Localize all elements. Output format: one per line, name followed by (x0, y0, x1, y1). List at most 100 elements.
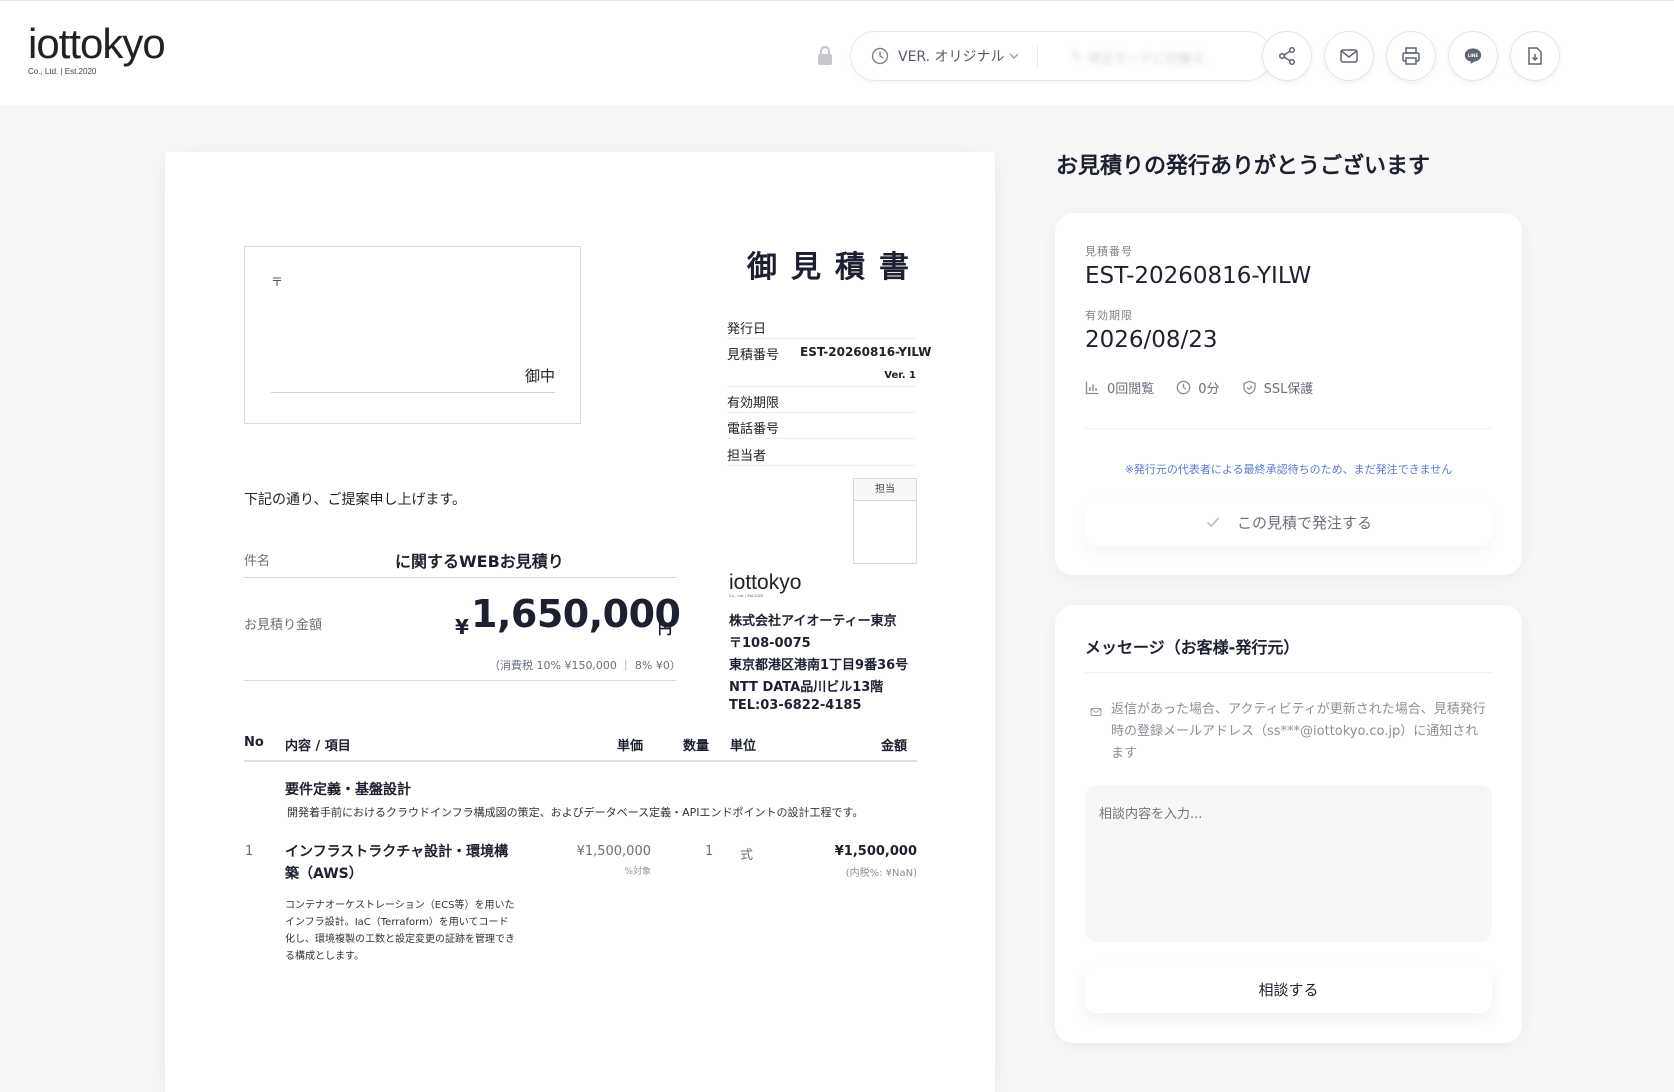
edit-mode-toggle[interactable]: ✎ 修正モードに切替え (1051, 45, 1251, 69)
recipient-underline (271, 392, 555, 393)
version-selector[interactable]: VER. オリジナル ✎ 修正モードに切替え (850, 31, 1272, 81)
divider (727, 412, 916, 413)
views-count: 0回閲覧 (1107, 382, 1155, 397)
duration-value: 0分 (1198, 382, 1220, 397)
share-button[interactable] (1262, 31, 1312, 81)
recipient-suffix: 御中 (524, 367, 555, 385)
row-amount: ¥1,500,000 (834, 844, 917, 859)
estimate-no-label: 見積番号 (727, 348, 780, 363)
company-logo: iottokyo Co., Ltd. | Est.2020 (729, 572, 801, 598)
divider (244, 760, 917, 762)
mail-icon (1340, 49, 1358, 63)
logo-wordmark: iottokyo (28, 20, 166, 67)
clock-icon (871, 47, 889, 65)
download-button[interactable] (1510, 31, 1560, 81)
message-input[interactable] (1085, 785, 1492, 942)
print-icon (1402, 47, 1420, 65)
company-name: 株式会社アイオーティー東京 (729, 614, 897, 629)
divider (1037, 46, 1038, 68)
mail-icon (1090, 708, 1102, 716)
ssl-label: SSL保護 (1263, 382, 1314, 397)
estimate-document: 〒 御中 御見積書 発行日 見積番号 EST-20260816-YILW Ver… (165, 152, 995, 1092)
lock-icon (818, 45, 832, 65)
divider (727, 438, 916, 439)
divider (1085, 428, 1492, 429)
amount-currency: ¥ (455, 615, 469, 639)
shield-icon (1242, 380, 1256, 395)
row-amount-tax: (内税%: ¥NaN) (845, 868, 917, 879)
mail-button[interactable] (1324, 31, 1374, 81)
row-unit: 式 (740, 848, 754, 863)
clock-icon (1176, 380, 1191, 395)
row-item-name: インフラストラクチャ設計・環境構築（AWS） (285, 844, 509, 882)
total-amount: 1,650,000 (471, 592, 681, 636)
estimate-info-card: 見積番号 EST-20260816-YILW 有効期限 2026/08/23 0… (1055, 213, 1522, 575)
col-header-qty: 数量 (683, 739, 710, 754)
row-tax-target: %対象 (624, 867, 651, 877)
line-button[interactable]: LINE (1448, 31, 1498, 81)
staff-stamp-box: 担当 (853, 478, 917, 564)
col-header-amount: 金額 (881, 739, 908, 754)
valid-until-label: 有効期限 (727, 396, 780, 411)
consult-button[interactable]: 相談する (1085, 965, 1492, 1013)
document-title: 御見積書 (747, 250, 923, 285)
consult-button-label: 相談する (1258, 980, 1319, 999)
recipient-box: 〒 御中 (244, 246, 581, 424)
divider (727, 338, 916, 339)
company-address-2: NTT DATA品川ビル13階 (729, 680, 884, 695)
divider (1085, 672, 1492, 673)
message-card: メッセージ（お客様-発行元） 返信があった場合、アクティビティが更新された場合、… (1055, 605, 1522, 1043)
svg-text:LINE: LINE (1468, 53, 1479, 58)
col-header-unit: 単位 (730, 739, 757, 754)
pencil-icon: ✎ (1071, 49, 1082, 65)
subject-label: 件名 (244, 554, 271, 569)
subject-value: に関するWEBお見積り (395, 552, 564, 571)
tax-note: （消費税 10% ¥150,000 ｜ 8% ¥0） (489, 659, 681, 672)
row-unit-price: ¥1,500,000 (576, 844, 651, 859)
row-no: 1 (245, 844, 254, 859)
company-address-1: 東京都港区港南1丁目9番36号 (729, 658, 909, 673)
print-button[interactable] (1386, 31, 1436, 81)
estimate-no-value: EST-20260816-YILW (1085, 263, 1312, 289)
notification-note: 返信があった場合、アクティビティが更新された場合、見積発行時の登録メールアドレス… (1111, 702, 1486, 761)
top-bar: iottokyo Co., Ltd. | Est.2020 VER. オリジナル… (0, 0, 1674, 105)
valid-until-label: 有効期限 (1085, 309, 1133, 322)
ssl-stat: SSL保護 (1242, 378, 1314, 397)
stamp-label: 担当 (854, 479, 916, 501)
approval-notice: ※発行元の代表者による最終承認待ちのため、まだ発注できません (1124, 463, 1453, 476)
col-header-price: 単価 (617, 739, 644, 754)
company-postal: 〒108-0075 (729, 636, 811, 651)
amount-unit: 円 (658, 622, 672, 638)
intro-text: 下記の通り、ご提案申し上げます。 (244, 492, 467, 508)
issue-date-label: 発行日 (727, 322, 767, 337)
download-icon (1528, 47, 1542, 65)
company-logo-wordmark: iottokyo (729, 571, 802, 594)
chevron-down-icon (1009, 53, 1019, 59)
section-title: 要件定義・基盤設計 (285, 782, 411, 798)
edit-mode-label: 修正モードに切替え (1087, 51, 1205, 67)
order-button-label: この見積で発注する (1236, 513, 1372, 532)
logo-tagline: Co., Ltd. | Est.2020 (28, 67, 97, 76)
version-label: VER. オリジナル (898, 49, 1005, 65)
message-title: メッセージ（お客様-発行元） (1085, 638, 1300, 657)
row-quantity: 1 (705, 844, 714, 859)
divider (727, 465, 916, 466)
divider (244, 577, 676, 578)
check-icon (1206, 517, 1220, 528)
valid-until-value: 2026/08/23 (1085, 327, 1218, 353)
thanks-heading: お見積りの発行ありがとうございます (1056, 154, 1431, 179)
bar-chart-icon (1085, 381, 1099, 395)
share-icon (1278, 46, 1296, 66)
col-header-item: 内容 / 項目 (285, 739, 351, 754)
divider (244, 680, 676, 681)
row-description: コンテナオーケストレーション（ECS等）を用いたインフラ設計。IaC（Terra… (285, 900, 515, 962)
line-icon: LINE (1464, 48, 1482, 64)
brand-logo[interactable]: iottokyo Co., Ltd. | Est.2020 (28, 20, 166, 77)
staff-label: 担当者 (727, 449, 767, 464)
company-tel: TEL:03-6822-4185 (729, 698, 862, 713)
estimate-no-value: EST-20260816-YILW (800, 345, 932, 359)
duration-stat: 0分 (1176, 378, 1220, 397)
amount-label: お見積り金額 (244, 618, 323, 633)
order-button[interactable]: この見積で発注する (1085, 498, 1492, 546)
section-description: 開発着手前におけるクラウドインフラ構成図の策定、およびデータベース定義・APIエ… (287, 806, 864, 819)
